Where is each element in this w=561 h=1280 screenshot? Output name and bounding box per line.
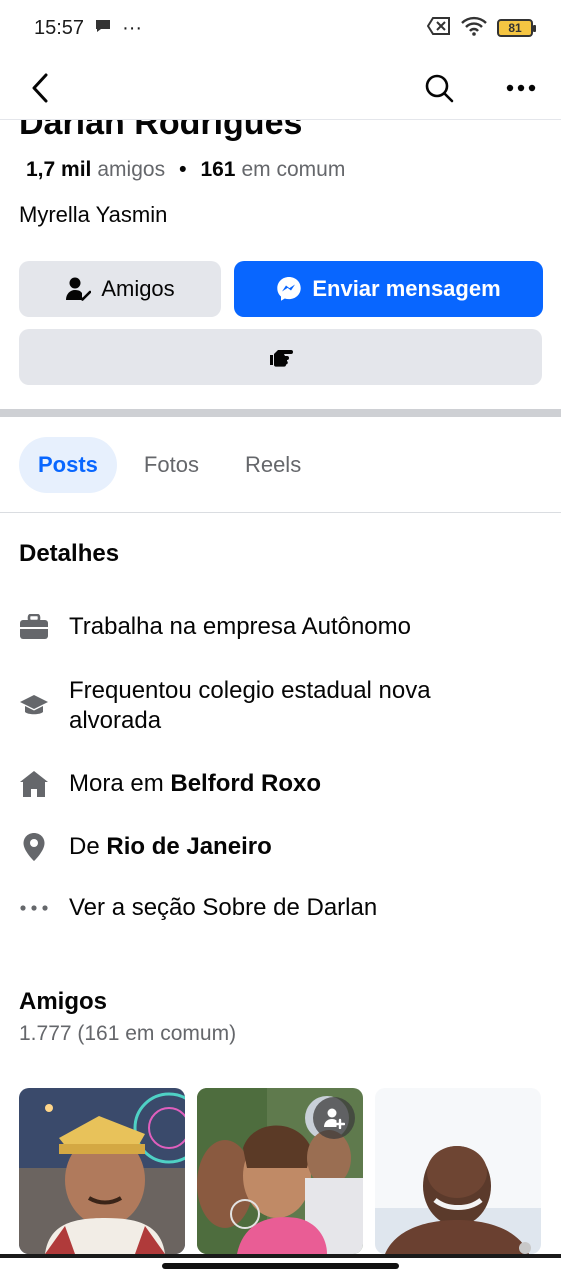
friends-button-label: Amigos bbox=[101, 276, 175, 301]
friends-label: amigos bbox=[97, 158, 166, 181]
status-bar: 15:57 ··· 81 bbox=[0, 0, 561, 56]
friends-count: 1,7 mil bbox=[26, 158, 92, 181]
tab-reels[interactable]: Reels bbox=[226, 437, 320, 493]
friend-counts: 1,7 mil amigos • 161 em comum bbox=[26, 158, 345, 182]
detail-lives[interactable]: Mora em Belford Roxo bbox=[19, 769, 539, 799]
detail-about-text: Ver a seção Sobre de Darlan bbox=[69, 894, 378, 921]
section-divider bbox=[0, 409, 561, 417]
detail-lives-place: Belford Roxo bbox=[170, 770, 322, 797]
detail-school-text: Frequentou colegio estadual nova alvorad… bbox=[69, 676, 431, 736]
friends-button[interactable]: Amigos bbox=[19, 261, 221, 317]
chat-notification-icon bbox=[94, 17, 112, 40]
detail-lives-text: Mora em Belford Roxo bbox=[69, 769, 321, 799]
detail-school-line1: Frequentou colegio estadual nova bbox=[69, 677, 431, 704]
back-button[interactable] bbox=[22, 70, 58, 106]
battery-indicator: 81 bbox=[497, 19, 536, 37]
friends-section-title[interactable]: Amigos bbox=[19, 988, 107, 1016]
location-pin-icon bbox=[19, 832, 49, 862]
separator-dot: • bbox=[179, 158, 187, 181]
mutual-friend-name[interactable]: Myrella Yasmin bbox=[19, 202, 167, 228]
detail-from[interactable]: De Rio de Janeiro bbox=[19, 832, 539, 862]
home-indicator[interactable] bbox=[162, 1263, 399, 1269]
detail-school[interactable]: Frequentou colegio estadual nova alvorad… bbox=[19, 676, 539, 736]
back-arrow-icon bbox=[32, 73, 48, 102]
top-nav bbox=[0, 56, 561, 120]
detail-from-prefix: De bbox=[69, 833, 107, 860]
send-message-button[interactable]: Enviar mensagem bbox=[234, 261, 543, 317]
mutual-label: em comum bbox=[241, 158, 346, 181]
detail-school-line2: alvorada bbox=[69, 707, 162, 734]
profile-tabs: Posts Fotos Reels bbox=[19, 437, 320, 493]
graduation-cap-icon bbox=[19, 691, 49, 721]
detail-from-text: De Rio de Janeiro bbox=[69, 832, 272, 862]
tab-posts[interactable]: Posts bbox=[19, 437, 117, 493]
battery-level: 81 bbox=[508, 21, 522, 35]
status-right: 81 bbox=[426, 16, 536, 41]
wifi-icon bbox=[461, 16, 487, 41]
poke-hand-icon bbox=[269, 350, 293, 367]
search-button[interactable] bbox=[421, 70, 457, 106]
detail-work[interactable]: Trabalha na empresa Autônomo bbox=[19, 612, 539, 642]
status-more: ··· bbox=[122, 16, 143, 39]
home-icon bbox=[19, 769, 49, 799]
tab-photos[interactable]: Fotos bbox=[125, 437, 218, 493]
detail-from-place: Rio de Janeiro bbox=[106, 833, 272, 860]
detail-about-link[interactable]: Ver a seção Sobre de Darlan bbox=[19, 893, 539, 923]
friend-photo-3[interactable] bbox=[375, 1088, 541, 1254]
more-horizontal-icon bbox=[506, 84, 536, 91]
poke-button[interactable] bbox=[19, 329, 542, 385]
friend-check-icon bbox=[66, 277, 92, 301]
mutual-count: 161 bbox=[200, 158, 236, 181]
nav-actions bbox=[421, 70, 539, 106]
add-person-icon bbox=[324, 1108, 345, 1129]
messenger-icon bbox=[277, 277, 302, 301]
status-left: 15:57 ··· bbox=[34, 17, 142, 40]
add-friend-button[interactable] bbox=[313, 1097, 355, 1139]
detail-work-text: Trabalha na empresa Autônomo bbox=[69, 613, 411, 640]
friend-photo-1[interactable] bbox=[19, 1088, 185, 1254]
status-time: 15:57 bbox=[34, 16, 85, 39]
more-dots-icon bbox=[19, 893, 49, 923]
search-icon bbox=[425, 74, 454, 102]
detail-lives-prefix: Mora em bbox=[69, 770, 171, 797]
send-message-label: Enviar mensagem bbox=[312, 276, 501, 301]
bottom-strip bbox=[0, 1254, 561, 1258]
more-options-button[interactable] bbox=[503, 70, 539, 106]
details-title: Detalhes bbox=[19, 540, 120, 567]
no-sim-icon bbox=[426, 16, 451, 40]
tabs-divider bbox=[0, 512, 561, 513]
briefcase-icon bbox=[19, 612, 49, 642]
friends-section-count: 1.777 (161 em comum) bbox=[19, 1022, 237, 1045]
